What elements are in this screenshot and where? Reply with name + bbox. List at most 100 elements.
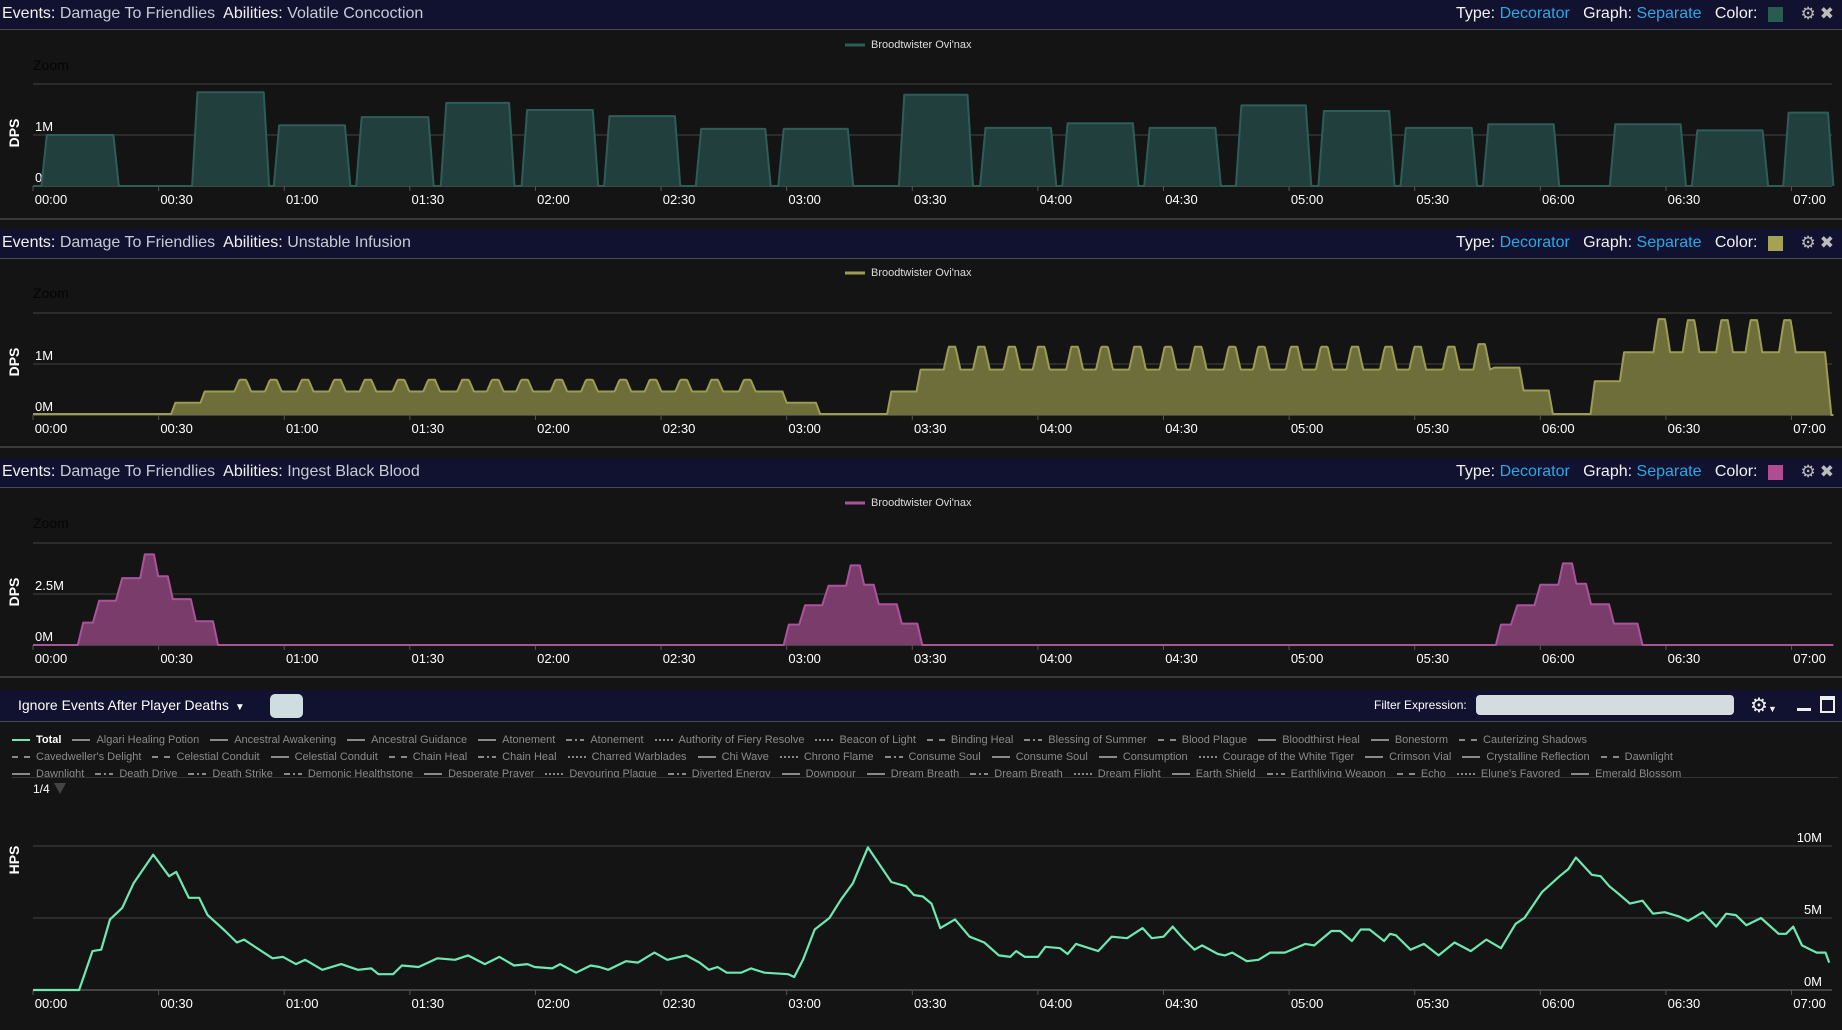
line-style-icon — [815, 738, 834, 741]
events-value[interactable]: Damage To Friendlies — [60, 5, 215, 22]
legend-item[interactable]: Bloodthirst Heal — [1258, 734, 1360, 746]
legend-item[interactable]: Binding Heal — [926, 734, 1013, 746]
legend-item[interactable]: Elune's Favored — [1456, 768, 1560, 777]
legend-item[interactable]: Atonement — [566, 734, 644, 746]
legend-item[interactable]: Downpour — [781, 768, 856, 777]
x-tick-label: 04:00 — [1040, 421, 1073, 436]
legend-item-label: Consume Soul — [908, 750, 981, 763]
legend-item-label: Dream Breath — [890, 767, 960, 778]
legend-item[interactable]: Demonic Healthstone — [283, 768, 413, 777]
legend-item[interactable]: Blessing of Summer — [1024, 734, 1147, 746]
legend-item[interactable]: Chain Heal — [478, 751, 557, 763]
abilities-label: Abilities: — [223, 463, 283, 480]
y-tick-label: 1M — [35, 348, 53, 363]
legend-item[interactable]: Earthliving Weapon — [1266, 768, 1386, 777]
legend-item[interactable]: Consumption — [1098, 751, 1188, 763]
gear-icon[interactable]: ⚙ — [1801, 229, 1816, 257]
y-axis-label: DPS — [6, 119, 22, 148]
graph-value[interactable]: Separate — [1637, 458, 1702, 486]
legend-item[interactable]: Devouring Plague — [545, 768, 657, 777]
legend-item[interactable]: Ancestral Guidance — [347, 734, 467, 746]
legend-item[interactable]: Algari Healing Potion — [72, 734, 199, 746]
legend-item[interactable]: Cavedweller's Delight — [12, 751, 141, 763]
legend-item[interactable]: Death Drive — [95, 768, 177, 777]
legend-item[interactable]: Echo — [1396, 768, 1446, 777]
legend-item[interactable]: Chi Wave — [697, 751, 769, 763]
next-page-icon[interactable] — [53, 783, 66, 794]
legend-item[interactable]: Charred Warblades — [567, 751, 687, 763]
legend-item[interactable]: Desperate Prayer — [424, 768, 534, 777]
maximize-icon[interactable] — [1820, 696, 1835, 713]
legend-item[interactable]: Celestial Conduit — [270, 751, 378, 763]
legend-label: Broodtwister Ovi'nax — [871, 39, 972, 51]
type-value[interactable]: Decorator — [1500, 458, 1570, 486]
ignore-events-dropdown[interactable]: Ignore Events After Player Deaths ▼ — [18, 697, 245, 713]
graph-value[interactable]: Separate — [1637, 229, 1702, 257]
minimize-icon[interactable] — [1797, 708, 1811, 711]
x-tick-label: 04:30 — [1165, 996, 1198, 1011]
legend-item[interactable]: Emerald Blossom — [1571, 768, 1681, 777]
events-value[interactable]: Damage To Friendlies — [60, 463, 215, 480]
abilities-value[interactable]: Ingest Black Blood — [287, 463, 420, 480]
line-style-icon — [1171, 772, 1190, 775]
legend-item[interactable]: Authority of Fiery Resolve — [654, 734, 804, 746]
legend-item[interactable]: Consume Soul — [884, 750, 981, 763]
graph-value[interactable]: Separate — [1637, 0, 1702, 28]
legend-item[interactable]: Chain Heal — [388, 750, 468, 763]
type-value[interactable]: Decorator — [1500, 0, 1570, 28]
legend-item[interactable]: Beacon of Light — [815, 734, 916, 746]
color-swatch[interactable] — [1767, 235, 1783, 251]
legend-item[interactable]: Courage of the White Tiger — [1198, 751, 1354, 763]
color-swatch[interactable] — [1767, 464, 1783, 480]
legend-item[interactable]: Cauterizing Shadows — [1459, 734, 1587, 746]
legend-item[interactable]: Blood Plague — [1157, 734, 1247, 746]
x-tick-label: 02:00 — [537, 651, 570, 666]
hps-chart[interactable]: 0M 5M 10M HPS 00:00 00:30 01:00 01:30 02:00 02:30… — [0, 800, 1842, 1025]
type-value[interactable]: Decorator — [1500, 229, 1570, 257]
legend-item[interactable]: Dawnlight — [12, 768, 84, 777]
x-tick-label: 01:00 — [286, 996, 319, 1011]
legend-item[interactable]: Crystalline Reflection — [1462, 751, 1590, 763]
abilities-label: Abilities: — [223, 234, 283, 251]
toggle-box[interactable] — [270, 694, 303, 718]
legend-item[interactable]: Dawnlight — [1600, 750, 1673, 763]
line-style-icon — [270, 755, 289, 758]
x-tick-label: 03:00 — [788, 192, 821, 207]
legend-item[interactable]: Dream Breath — [866, 767, 960, 778]
legend-item[interactable]: Dream Breath — [970, 768, 1063, 777]
close-icon[interactable]: ✖ — [1820, 0, 1834, 28]
abilities-value[interactable]: Unstable Infusion — [287, 234, 411, 251]
legend-item[interactable]: Death Strike — [188, 768, 273, 777]
y-tick-label: 2.5M — [35, 578, 64, 593]
filter-expression-input[interactable] — [1476, 695, 1734, 715]
gear-icon[interactable]: ⚙ — [1801, 458, 1816, 486]
color-swatch[interactable] — [1767, 6, 1783, 22]
legend-item[interactable]: Total — [12, 734, 61, 746]
settings-dropdown[interactable]: ⚙▼ — [1750, 693, 1777, 718]
events-value[interactable]: Damage To Friendlies — [60, 234, 215, 251]
legend-item[interactable]: Chrono Flame — [779, 751, 874, 763]
legend-item[interactable]: Crimson Vial — [1365, 751, 1451, 763]
type-label: Type: — [1455, 234, 1496, 251]
panel-header-right: Type: Decorator Graph: Separate Color: ⚙… — [1456, 229, 1834, 257]
gear-icon[interactable]: ⚙ — [1801, 0, 1816, 28]
line-style-icon — [545, 772, 564, 775]
legend-item[interactable]: Ancestral Awakening — [210, 734, 336, 746]
legend-item[interactable]: Celestial Conduit — [152, 751, 260, 763]
legend-item-label: Chain Heal — [412, 750, 468, 763]
volatile-concoction-chart[interactable]: 0M1MDPS00:0000:3001:0001:3002:0002:3003:… — [0, 30, 1842, 218]
legend-item-label: Dawnlight — [1624, 750, 1673, 763]
legend-item[interactable]: Consume Soul — [991, 751, 1088, 763]
close-icon[interactable]: ✖ — [1820, 458, 1834, 486]
legend-item[interactable]: Dream Flight — [1073, 768, 1161, 777]
x-tick-label: 05:00 — [1291, 996, 1324, 1011]
ingest-black-blood-chart[interactable]: 0M 2.5M DPS 00:00 00:30 01:00 01:30 02:00 02:30 0… — [0, 488, 1842, 676]
legend-item[interactable]: Diverted Energy — [667, 768, 771, 777]
unstable-infusion-chart[interactable]: 0M 1M DPS 00:00 00:30 01:00 01:30 02:00 02:30 03:… — [0, 258, 1842, 446]
abilities-value[interactable]: Volatile Concoction — [287, 5, 423, 22]
legend-item[interactable]: Bonestorm — [1370, 734, 1448, 746]
close-icon[interactable]: ✖ — [1820, 229, 1834, 257]
legend-item[interactable]: Atonement — [478, 734, 555, 746]
legend-item[interactable]: Earth Shield — [1171, 768, 1256, 777]
x-tick-label: 00:30 — [160, 651, 193, 666]
